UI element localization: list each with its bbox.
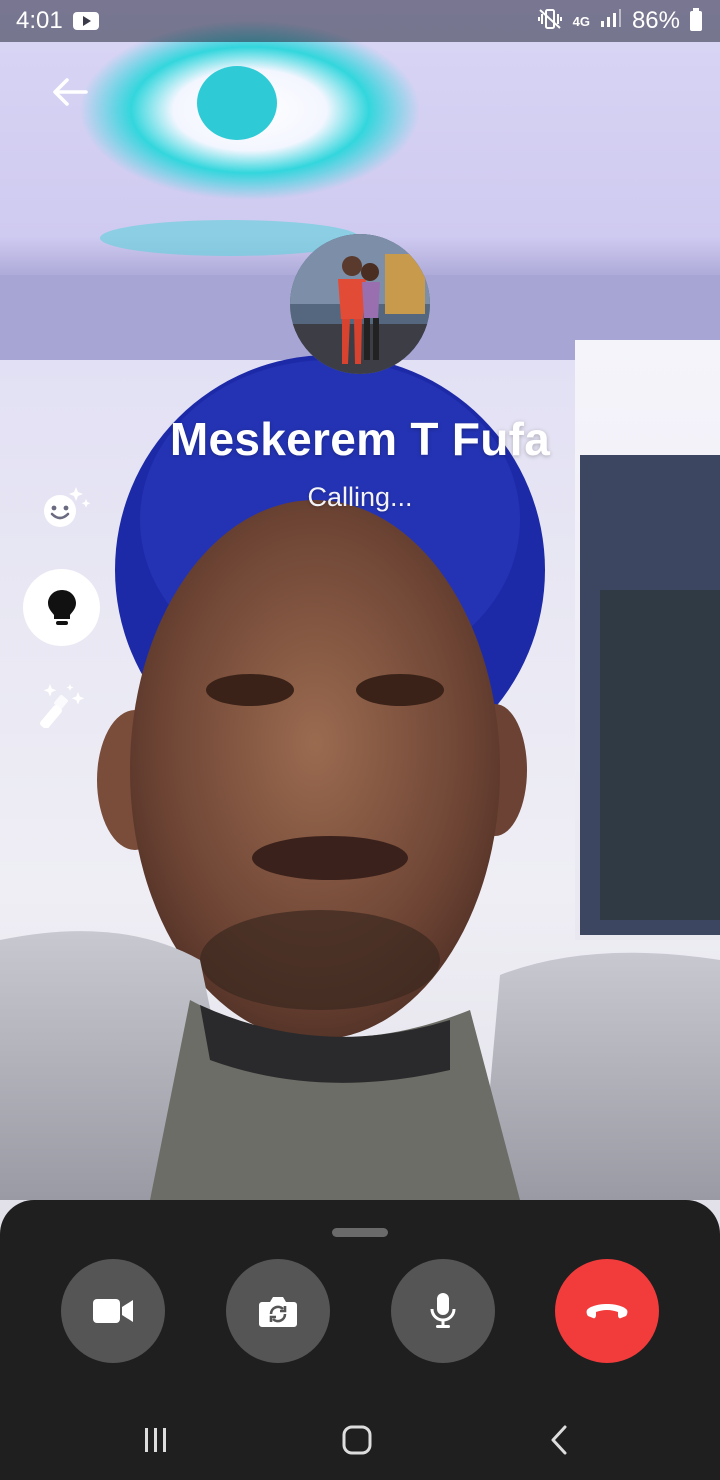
battery-icon: [690, 8, 702, 31]
microphone-icon: [430, 1293, 456, 1328]
mute-button[interactable]: [391, 1259, 495, 1363]
network-label: 4G: [572, 13, 590, 29]
caller-avatar: [290, 234, 430, 374]
sparkle-smiley-icon: [44, 487, 91, 527]
arrow-left-icon: [53, 78, 88, 106]
call-status: Calling...: [307, 482, 413, 512]
status-time: 4:01: [16, 7, 63, 34]
video-camera-icon: [93, 1299, 133, 1323]
caller-name: Meskerem T Fufa: [169, 413, 551, 465]
lighting-button[interactable]: [23, 569, 100, 646]
signal-icon: [600, 7, 622, 35]
back-button[interactable]: [44, 66, 96, 118]
sheet-drag-handle[interactable]: [332, 1228, 388, 1237]
filters-button[interactable]: [36, 676, 94, 734]
status-bar-right: 4G 86%: [537, 7, 702, 35]
nav-back-button[interactable]: [529, 1410, 589, 1470]
camera-flip-icon: [259, 1297, 297, 1327]
avatar-photo: [290, 234, 430, 374]
lightbulb-icon: [47, 589, 76, 625]
vibrate-mute-icon: [537, 8, 563, 34]
home-button[interactable]: [327, 1410, 387, 1470]
recents-button[interactable]: [126, 1410, 186, 1470]
status-bar: 4:01 4G 86%: [0, 0, 720, 42]
phone-hangup-icon: [586, 1304, 628, 1319]
effects-button[interactable]: [36, 478, 94, 536]
end-call-button[interactable]: [555, 1259, 659, 1363]
magic-wand-icon: [40, 684, 85, 728]
back-icon: [551, 1425, 567, 1455]
status-bar-left: 4:01: [16, 7, 99, 35]
battery-percent: 86%: [631, 7, 680, 34]
camera-toggle-button[interactable]: [61, 1259, 165, 1363]
recents-icon: [145, 1428, 166, 1452]
home-icon: [342, 1425, 372, 1455]
youtube-notification-icon: [72, 12, 99, 30]
flip-camera-button[interactable]: [226, 1259, 330, 1363]
